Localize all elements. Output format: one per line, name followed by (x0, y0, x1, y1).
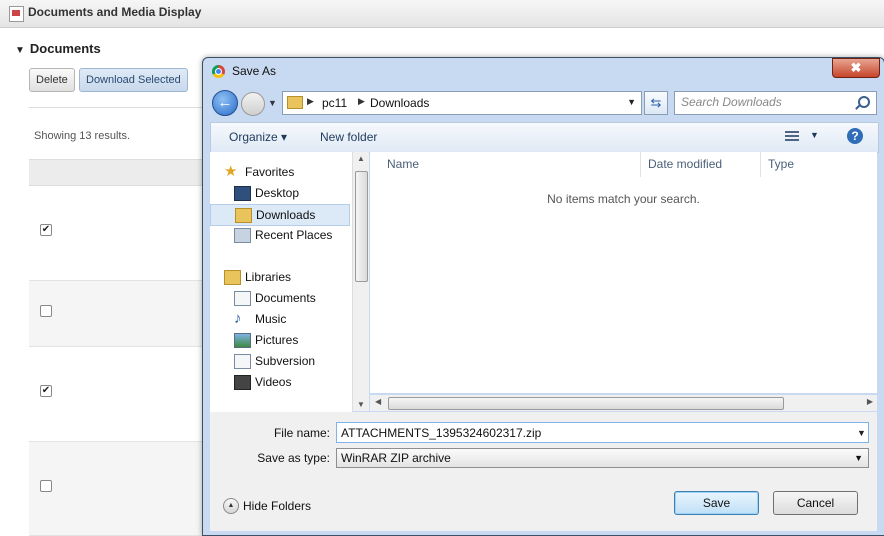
forward-arrow-icon[interactable] (241, 92, 265, 116)
table-row: ✔ (29, 185, 204, 281)
breadcrumb-chevron-icon[interactable]: ▶ (358, 96, 365, 107)
section-toggle[interactable]: ▼ Documents (15, 41, 101, 56)
portlet-title: Documents and Media Display (28, 5, 202, 19)
dialog-title: Save As (232, 64, 277, 78)
column-date-modified[interactable]: Date modified (641, 152, 761, 177)
nav-label: Subversion (255, 354, 316, 368)
nav-label: Downloads (256, 208, 316, 222)
subversion-icon (234, 354, 251, 369)
save-as-dialog: Save As ✖ ← ▼ ▶ pc11 ▶ Downloads ▼ ⇆ Org… (202, 57, 884, 536)
file-list: Name Date modified Type No items match y… (370, 152, 877, 393)
scroll-right-icon[interactable]: ▶ (867, 397, 873, 406)
save-as-type-value: WinRAR ZIP archive (341, 451, 451, 465)
chrome-icon (212, 65, 225, 78)
back-arrow-icon[interactable]: ← (212, 90, 238, 116)
save-options: File name: ▼ Save as type: WinRAR ZIP ar… (210, 412, 877, 531)
nav-label: Pictures (255, 333, 299, 347)
nav-label: Documents (255, 291, 316, 305)
new-folder-button[interactable]: New folder (320, 130, 377, 144)
column-type[interactable]: Type (761, 152, 877, 177)
nav-recent-places[interactable]: Recent Places (210, 225, 350, 245)
desktop-icon (234, 186, 251, 201)
table-row (29, 442, 204, 536)
nav-videos[interactable]: Videos (210, 372, 350, 392)
view-options-icon[interactable] (785, 131, 799, 142)
delete-button[interactable]: Delete (29, 68, 75, 92)
search-box[interactable] (674, 91, 877, 115)
nav-label: Libraries (245, 270, 292, 284)
row-checkbox[interactable]: ✔ (40, 385, 52, 397)
nav-pictures[interactable]: Pictures (210, 330, 350, 350)
nav-label: Videos (255, 375, 292, 389)
recent-locations-dropdown[interactable]: ▼ (268, 98, 277, 108)
chevron-up-icon: ▲ (223, 498, 239, 514)
star-icon: ★ (224, 163, 238, 180)
section-title: Documents (29, 41, 101, 56)
download-selected-button[interactable]: Download Selected (79, 68, 188, 92)
folder-icon (287, 96, 303, 109)
table-row (29, 281, 204, 347)
column-name[interactable]: Name (370, 152, 641, 177)
search-input[interactable] (675, 92, 856, 112)
file-name-input[interactable] (336, 422, 869, 443)
documents-icon (234, 291, 251, 306)
search-icon[interactable] (858, 96, 870, 108)
organize-menu[interactable]: Organize ▾ (229, 130, 287, 144)
nav-label: Desktop (255, 186, 300, 200)
scroll-up-icon[interactable]: ▲ (357, 154, 365, 163)
nav-subversion[interactable]: Subversion (210, 351, 350, 371)
scroll-down-icon[interactable]: ▼ (357, 400, 365, 409)
file-name-label: File name: (273, 426, 330, 440)
scroll-thumb[interactable] (355, 171, 368, 282)
command-bar: Organize ▾ New folder ▼ ? (210, 122, 879, 153)
navigation-pane: ★ Favorites Desktop Downloads Recent Pla… (210, 152, 352, 412)
scroll-left-icon[interactable]: ◀ (375, 397, 381, 406)
save-as-type-select[interactable]: WinRAR ZIP archive ▼ (336, 448, 869, 468)
refresh-icon[interactable]: ⇆ (644, 91, 668, 115)
help-icon[interactable]: ? (847, 128, 863, 144)
results-count: Showing 13 results. (34, 130, 130, 142)
breadcrumb-downloads[interactable]: Downloads (370, 96, 429, 110)
address-bar[interactable]: ▶ pc11 ▶ Downloads ▼ (282, 91, 642, 115)
pictures-icon (234, 333, 251, 348)
portlet-header: Documents and Media Display (0, 0, 884, 28)
file-name-dropdown-icon[interactable]: ▼ (857, 428, 866, 438)
cancel-button[interactable]: Cancel (773, 491, 858, 515)
empty-message: No items match your search. (547, 192, 700, 206)
divider (29, 107, 204, 108)
nav-vertical-scrollbar[interactable]: ▲ ▼ (352, 152, 369, 411)
recent-places-icon (234, 228, 251, 243)
nav-favorites[interactable]: ★ Favorites (210, 162, 350, 182)
nav-label: Recent Places (255, 228, 333, 242)
save-button[interactable]: Save (674, 491, 759, 515)
libraries-icon (224, 270, 241, 285)
nav-downloads[interactable]: Downloads (210, 204, 350, 226)
portlet-icon (9, 6, 24, 22)
row-checkbox[interactable]: ✔ (40, 224, 52, 236)
close-button[interactable]: ✖ (832, 58, 880, 78)
downloads-folder-icon (235, 208, 252, 223)
nav-desktop[interactable]: Desktop (210, 183, 350, 203)
nav-label: Music (255, 312, 287, 326)
videos-icon (234, 375, 251, 390)
nav-documents[interactable]: Documents (210, 288, 350, 308)
music-icon: ♪ (234, 310, 242, 327)
save-as-type-label: Save as type: (257, 451, 330, 465)
scroll-thumb[interactable] (388, 397, 784, 410)
hide-folders-label: Hide Folders (243, 499, 312, 513)
address-dropdown-icon[interactable]: ▼ (627, 97, 636, 107)
chevron-down-icon: ▼ (854, 453, 863, 463)
table-row: ✔ (29, 347, 204, 442)
nav-music[interactable]: ♪ Music (210, 309, 350, 329)
triangle-down-icon: ▼ (15, 45, 25, 56)
breadcrumb-chevron-icon[interactable]: ▶ (307, 96, 314, 107)
file-horizontal-scrollbar[interactable]: ◀ ▶ (370, 395, 877, 411)
row-checkbox[interactable] (40, 305, 52, 317)
table-header (29, 159, 204, 186)
nav-label: Favorites (245, 165, 295, 179)
breadcrumb-pc11[interactable]: pc11 (322, 96, 347, 110)
row-checkbox[interactable] (40, 480, 52, 492)
view-dropdown-icon[interactable]: ▼ (810, 130, 819, 140)
nav-libraries[interactable]: Libraries (210, 267, 350, 287)
